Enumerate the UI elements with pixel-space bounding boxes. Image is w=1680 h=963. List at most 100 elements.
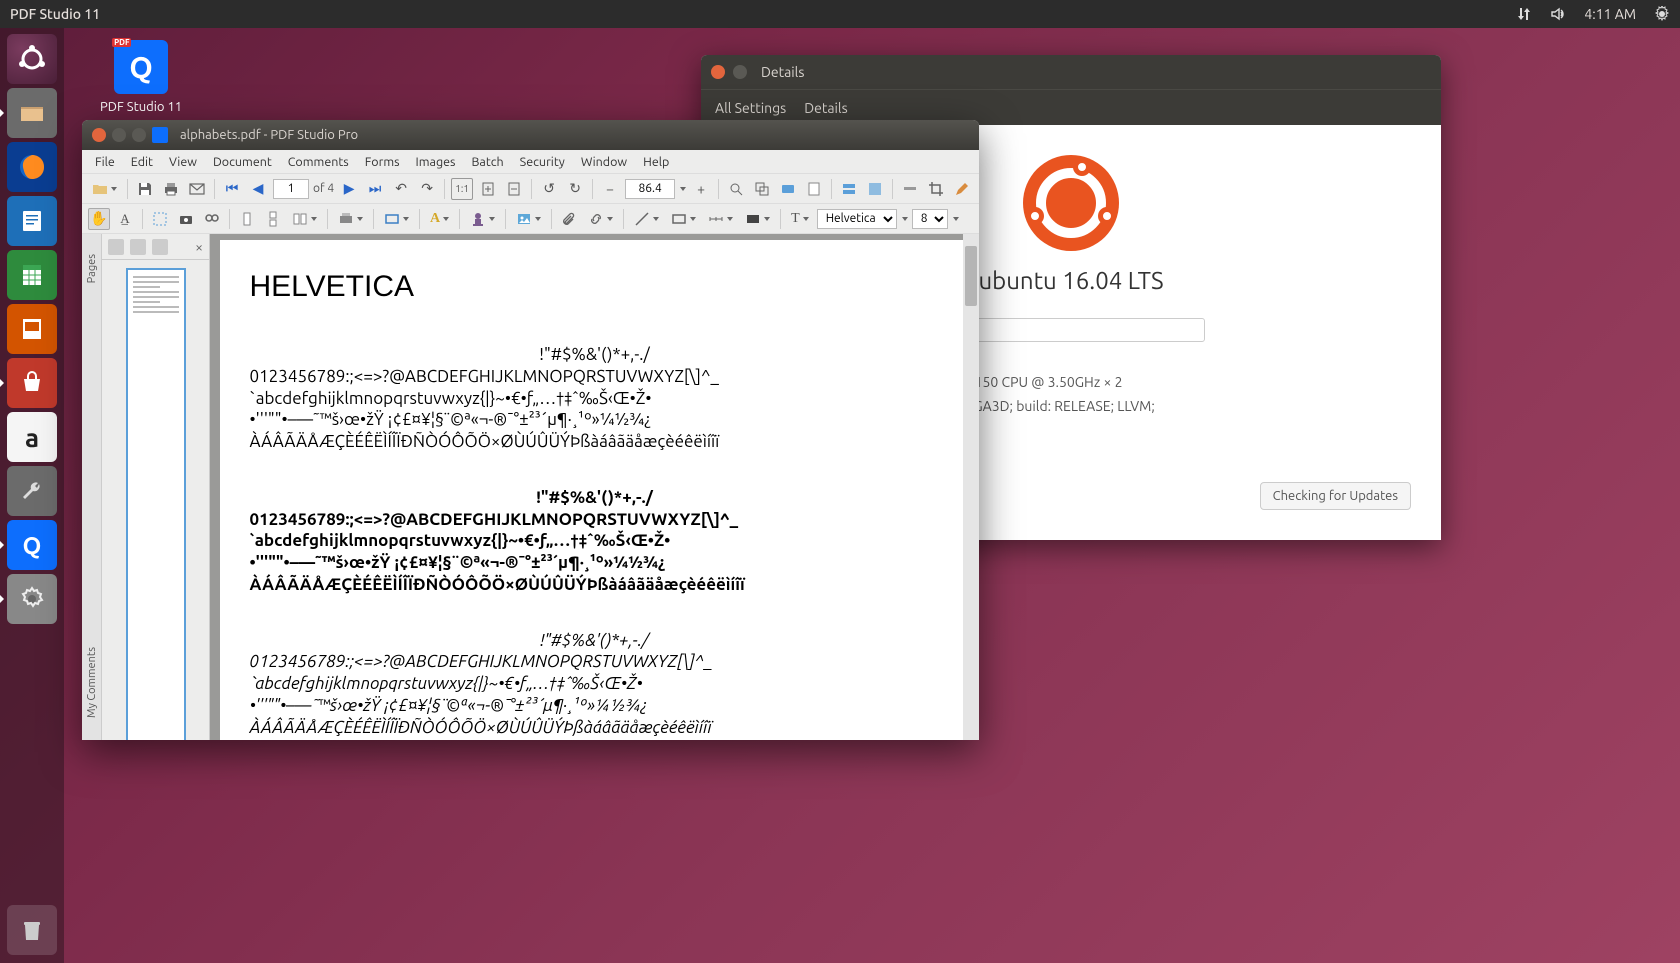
measure-button[interactable]: [704, 208, 737, 230]
line-tool-button[interactable]: [630, 208, 663, 230]
zoom-input[interactable]: [625, 179, 675, 199]
maximize-button[interactable]: [132, 128, 146, 142]
print-button[interactable]: [160, 178, 182, 200]
rotate-cw-button[interactable]: ↻: [564, 178, 586, 200]
page-number-input[interactable]: [273, 179, 309, 199]
email-button[interactable]: [186, 178, 208, 200]
font-size-select[interactable]: 8: [912, 209, 948, 229]
rotate-ccw-button[interactable]: ↺: [538, 178, 560, 200]
fit-width-button[interactable]: [503, 178, 525, 200]
launcher-firefox[interactable]: [7, 142, 57, 192]
launcher-files[interactable]: [7, 88, 57, 138]
launcher-writer[interactable]: [7, 196, 57, 246]
crop-button[interactable]: [925, 178, 947, 200]
launcher-pdfstudio[interactable]: Q: [7, 520, 57, 570]
nav-all-settings[interactable]: All Settings: [715, 100, 786, 116]
launcher-trash[interactable]: [7, 905, 57, 955]
actual-size-button[interactable]: 1:1: [451, 178, 473, 200]
snapshot-button[interactable]: [175, 208, 197, 230]
image-button[interactable]: [512, 208, 545, 230]
save-button[interactable]: [134, 178, 156, 200]
launcher-dash[interactable]: [7, 34, 57, 84]
stamp-button[interactable]: [466, 208, 499, 230]
nav-details[interactable]: Details: [804, 100, 847, 116]
find-button[interactable]: [201, 208, 223, 230]
launcher-amazon[interactable]: a: [7, 412, 57, 462]
scrollbar-thumb[interactable]: [965, 246, 977, 306]
thumb-tool-2[interactable]: [130, 239, 146, 255]
pdf-titlebar[interactable]: alphabets.pdf - PDF Studio Pro: [82, 120, 979, 150]
menu-window[interactable]: Window: [574, 153, 634, 171]
menu-document[interactable]: Document: [206, 153, 279, 171]
network-icon[interactable]: [1516, 6, 1532, 22]
thumb-tool-3[interactable]: [152, 239, 168, 255]
menu-security[interactable]: Security: [513, 153, 572, 171]
zoom-dropdown[interactable]: [680, 187, 686, 191]
launcher-impress[interactable]: [7, 304, 57, 354]
single-page-button[interactable]: [236, 208, 258, 230]
hand-tool-button[interactable]: ✋: [88, 208, 110, 230]
launcher-calc[interactable]: [7, 250, 57, 300]
thumbnail-page-1[interactable]: 1: [126, 268, 186, 740]
close-panel-button[interactable]: ×: [195, 239, 203, 255]
menu-help[interactable]: Help: [636, 153, 676, 171]
pages-tab[interactable]: Pages: [84, 242, 100, 295]
panel-clock[interactable]: 4:11 AM: [1584, 6, 1636, 22]
last-page-button[interactable]: ⏭: [364, 178, 386, 200]
menu-comments[interactable]: Comments: [281, 153, 356, 171]
form-highlight-button[interactable]: [864, 178, 886, 200]
menu-images[interactable]: Images: [409, 153, 463, 171]
first-page-button[interactable]: ⏮: [221, 178, 243, 200]
scan-button[interactable]: [777, 178, 799, 200]
details-titlebar[interactable]: Details: [701, 55, 1441, 89]
desktop-icon-pdfstudio[interactable]: Q PDF Studio 11: [100, 40, 182, 114]
prev-view-button[interactable]: ↶: [390, 178, 412, 200]
document-view[interactable]: HELVETICA !"#$%&'()*+,-./ 0123456789:;<=…: [210, 234, 979, 740]
menu-edit[interactable]: Edit: [124, 153, 160, 171]
thumb-tool-1[interactable]: [108, 239, 124, 255]
flatten-button[interactable]: [899, 178, 921, 200]
close-button[interactable]: [92, 128, 106, 142]
new-doc-button[interactable]: [803, 178, 825, 200]
doc-heading: HELVETICA: [250, 270, 940, 304]
shape-rect-button[interactable]: [380, 208, 413, 230]
prev-page-button[interactable]: ◀: [247, 178, 269, 200]
zoom-in-button[interactable]: +: [690, 178, 712, 200]
menu-forms[interactable]: Forms: [358, 153, 407, 171]
minimize-button[interactable]: [733, 65, 747, 79]
menu-view[interactable]: View: [162, 153, 204, 171]
link-button[interactable]: [584, 208, 617, 230]
pan-zoom-button[interactable]: [751, 178, 773, 200]
rect-tool-button[interactable]: [667, 208, 700, 230]
gear-icon[interactable]: [1654, 6, 1670, 22]
form-field-button[interactable]: [838, 178, 860, 200]
text-select-button[interactable]: A̲: [114, 208, 136, 230]
continuous-button[interactable]: [262, 208, 284, 230]
text-tool-button[interactable]: T: [787, 208, 813, 230]
zoom-out-button[interactable]: −: [599, 178, 621, 200]
vertical-scrollbar[interactable]: [963, 234, 979, 740]
redact-button[interactable]: [741, 208, 774, 230]
comments-tab[interactable]: My Comments: [84, 635, 100, 730]
menu-batch[interactable]: Batch: [464, 153, 510, 171]
fit-page-button[interactable]: [477, 178, 499, 200]
check-updates-button[interactable]: Checking for Updates: [1260, 482, 1411, 510]
close-button[interactable]: [711, 65, 725, 79]
attach-button[interactable]: [558, 208, 580, 230]
launcher-software[interactable]: [7, 358, 57, 408]
next-page-button[interactable]: ▶: [338, 178, 360, 200]
launcher-settings[interactable]: [7, 574, 57, 624]
next-view-button[interactable]: ↷: [416, 178, 438, 200]
loupe-button[interactable]: [725, 178, 747, 200]
print-properties-button[interactable]: [334, 208, 367, 230]
facing-button[interactable]: [288, 208, 321, 230]
text-comment-button[interactable]: A: [426, 208, 453, 230]
volume-icon[interactable]: [1550, 6, 1566, 22]
font-select[interactable]: Helvetica: [817, 209, 897, 229]
launcher-tools[interactable]: [7, 466, 57, 516]
minimize-button[interactable]: [112, 128, 126, 142]
select-object-button[interactable]: [149, 208, 171, 230]
edit-content-button[interactable]: [951, 178, 973, 200]
open-button[interactable]: [88, 178, 121, 200]
menu-file[interactable]: File: [88, 153, 122, 171]
